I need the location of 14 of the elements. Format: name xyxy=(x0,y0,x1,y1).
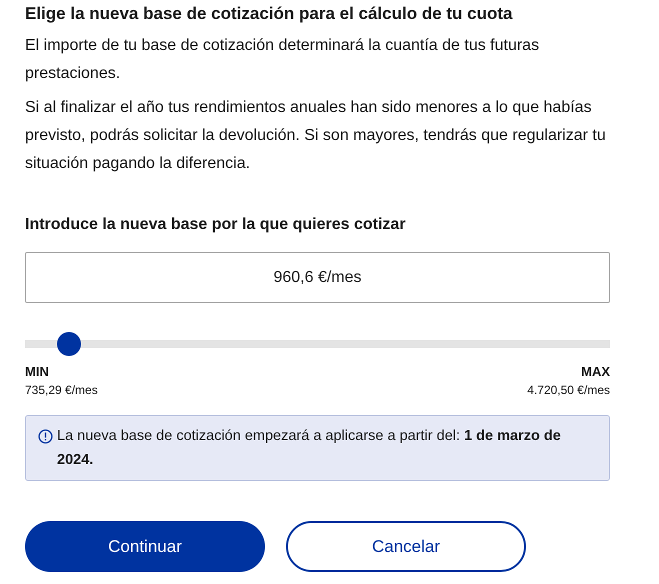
cancel-button[interactable]: Cancelar xyxy=(286,521,526,572)
min-label: MIN xyxy=(25,364,50,379)
max-value: 4.720,50 €/mes xyxy=(527,383,610,397)
description-text: El importe de tu base de cotización determinará la cuantía de tus futuras prestaciones. xyxy=(25,36,540,84)
input-label: Introduce la nueva base por la que quieres cotizar xyxy=(25,215,407,235)
description-text: Si al finalizar el año tus rendimientos anuales han sido menores a lo que habías previsto, podrás solicitar la devolución. Si son mayores, tendrás que regularizar tu situación pagando la diferencia. xyxy=(25,98,607,174)
min-value: 735,29 €/mes xyxy=(25,383,98,397)
info-icon xyxy=(38,429,53,444)
slider-thumb[interactable] xyxy=(56,332,81,356)
notice-text: La nueva base de cotización empezará a aplicarse a partir del: 1 de marzo de 2024. xyxy=(57,427,562,470)
section-heading: Elige la nueva base de cotización para el cálculo de tu cuota xyxy=(25,3,514,25)
max-label: MAX xyxy=(581,364,610,379)
amount-field[interactable]: 960,6 €/mes xyxy=(25,252,610,303)
continue-button[interactable]: Continuar xyxy=(25,521,265,572)
